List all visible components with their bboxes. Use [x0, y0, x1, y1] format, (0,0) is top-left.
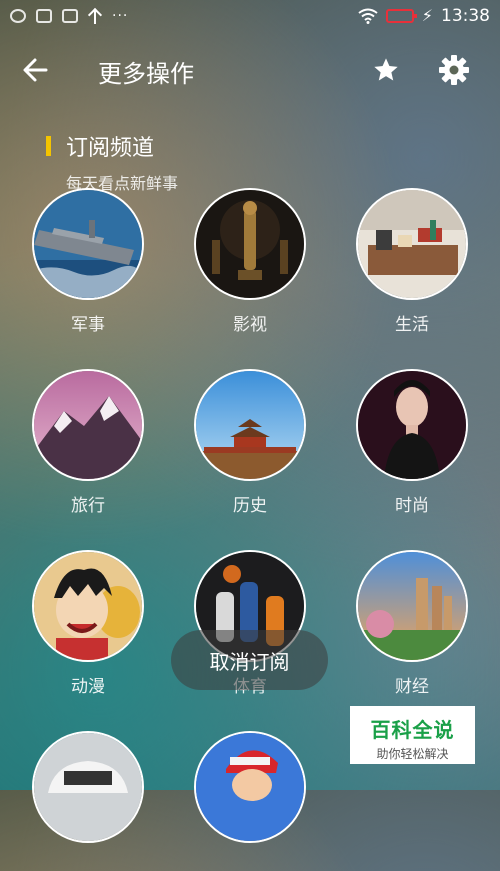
channel-finance-image: [356, 550, 468, 662]
channel-anime-image: [32, 550, 144, 662]
channel-game-image: [194, 731, 306, 843]
channel-film-label: 影视: [233, 315, 267, 335]
channel-finance-label: 财经: [395, 677, 429, 697]
channel-lifestyle[interactable]: 生活: [356, 188, 468, 335]
channel-history-image: [194, 369, 306, 481]
unsubscribe-toast: 取消订阅: [171, 630, 328, 690]
channel-fashion-label: 时尚: [395, 496, 429, 516]
channel-history-label: 历史: [233, 496, 267, 516]
channel-military-image: [32, 188, 144, 300]
channel-travel-image: [32, 369, 144, 481]
channel-lifestyle-image: [356, 188, 468, 300]
channel-car[interactable]: [32, 731, 144, 871]
channel-fashion[interactable]: 时尚: [356, 369, 468, 516]
channel-history[interactable]: 历史: [194, 369, 306, 516]
watermark-logo: 百科全说 助你轻松解决: [350, 706, 475, 764]
watermark-subtitle: 助你轻松解决: [376, 747, 449, 761]
channel-film-image: [194, 188, 306, 300]
channel-anime-label: 动漫: [71, 677, 105, 697]
channel-car-image: [32, 731, 144, 843]
channel-military-label: 军事: [71, 315, 105, 335]
channel-finance[interactable]: 财经: [356, 550, 468, 697]
channel-travel[interactable]: 旅行: [32, 369, 144, 516]
channel-film[interactable]: 影视: [194, 188, 306, 335]
channel-lifestyle-label: 生活: [395, 315, 429, 335]
watermark-title: 百科全说: [370, 718, 455, 742]
channel-fashion-image: [356, 369, 468, 481]
channel-game[interactable]: [194, 731, 306, 871]
channel-travel-label: 旅行: [71, 496, 105, 516]
channel-military[interactable]: 军事: [32, 188, 144, 335]
channel-anime[interactable]: 动漫: [32, 550, 144, 697]
